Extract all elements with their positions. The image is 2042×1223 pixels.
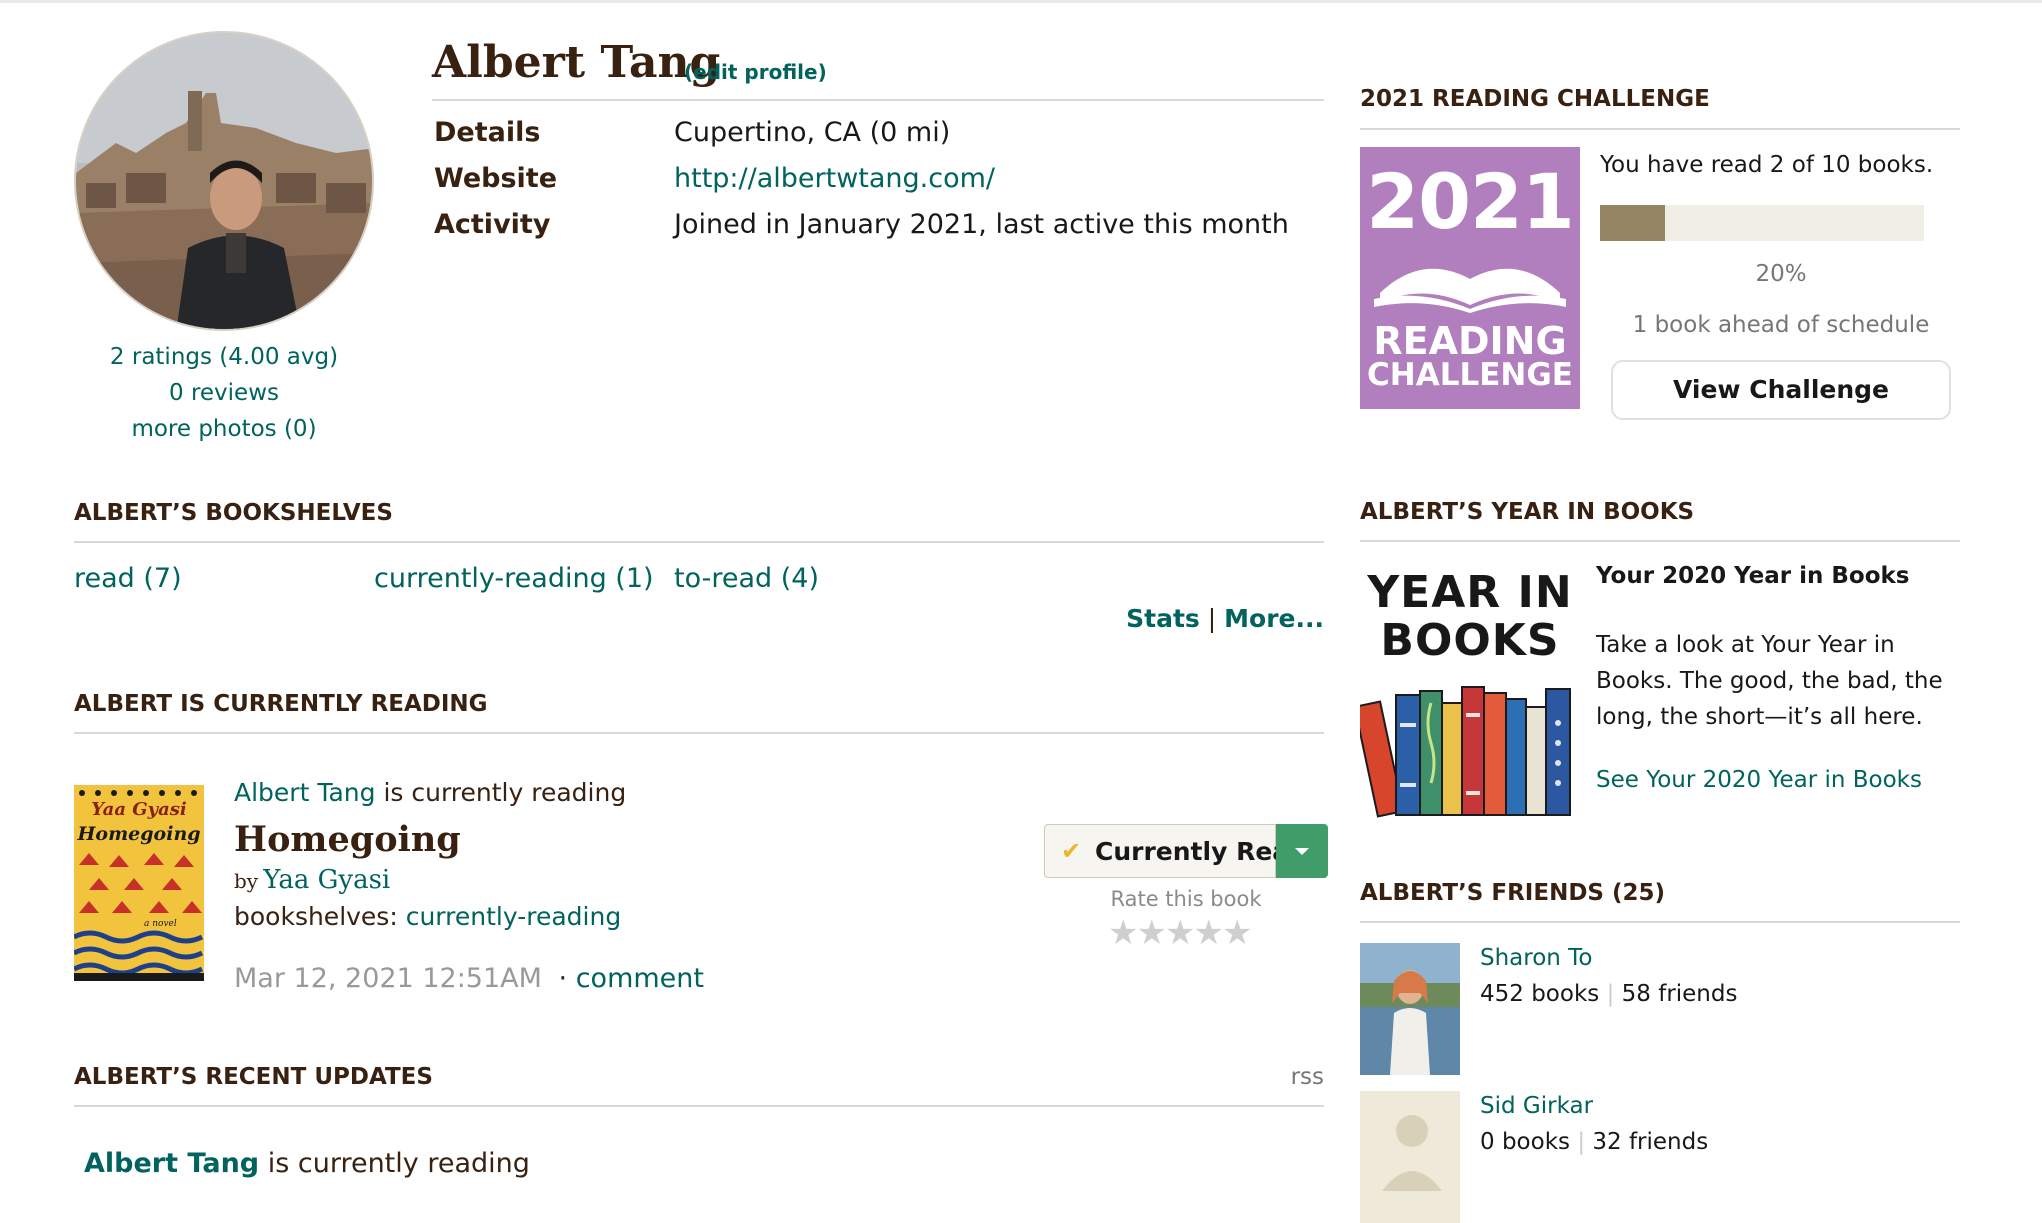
friend-avatar[interactable] (1360, 1091, 1460, 1223)
profile-divider (432, 99, 1324, 101)
book-cover[interactable]: Yaa Gyasi Homegoing a novel (74, 785, 204, 981)
star-icon[interactable]: ★ (1165, 913, 1196, 953)
currently-reading-divider (74, 732, 1324, 734)
stats-link[interactable]: Stats (1126, 604, 1200, 633)
challenge-heading: 2021 READING CHALLENGE (1360, 86, 1710, 112)
by-label: by (234, 869, 259, 893)
caret-down-icon (1295, 848, 1309, 855)
more-photos-link[interactable]: more photos (0) (74, 416, 374, 442)
profile-name: Albert Tang (432, 37, 721, 88)
year-in-books-body: Take a look at Your Year in Books. The g… (1596, 632, 1943, 730)
friend-avatar[interactable] (1360, 943, 1460, 1075)
friend-name-link[interactable]: Sid Girkar (1480, 1093, 1593, 1119)
more-shelves-link[interactable]: More... (1224, 604, 1324, 633)
shelf-link[interactable]: currently-reading (406, 902, 621, 931)
friend-name-link[interactable]: Sharon To (1480, 945, 1592, 971)
friend-photo-image (1360, 943, 1460, 1075)
default-avatar-icon (1360, 1091, 1460, 1223)
profile-photo-image (76, 33, 372, 329)
bookshelves-heading: ALBERT’S BOOKSHELVES (74, 500, 393, 526)
friend-stats: 0 books | 32 friends (1480, 1129, 1708, 1155)
challenge-progress-fill (1600, 205, 1665, 241)
recent-updates-heading: ALBERT’S RECENT UPDATES (74, 1064, 433, 1090)
reviews-link[interactable]: 0 reviews (74, 380, 374, 406)
graphic-line1: YEAR IN (1367, 567, 1573, 618)
friends-divider (1360, 921, 1960, 923)
star-icon[interactable]: ★ (1193, 913, 1224, 953)
shelf-status-button[interactable]: ✔ Currently Rea... (1044, 824, 1318, 878)
challenge-percent: 20% (1755, 261, 1807, 287)
update-verb: is currently reading (267, 1148, 530, 1179)
shelf-to-read-link[interactable]: to-read (4) (674, 563, 819, 594)
badge-line2: CHALLENGE (1367, 357, 1573, 393)
shelf-currently-reading-link[interactable]: currently-reading (1) (374, 563, 654, 594)
shelf-read-link[interactable]: read (7) (74, 563, 182, 594)
star-icon[interactable]: ★ (1136, 913, 1167, 953)
books-illustration-icon (1360, 686, 1571, 818)
book-author-line: by Yaa Gyasi (234, 865, 390, 895)
year-in-books-link[interactable]: See Your 2020 Year in Books (1596, 767, 1922, 793)
shelf-footer-links: Stats | More... (1126, 604, 1324, 633)
year-in-books-divider (1360, 540, 1960, 542)
bookshelves-label: bookshelves: (234, 902, 398, 931)
shelf-dropdown-button[interactable] (1276, 824, 1328, 878)
bookshelves-divider (74, 541, 1324, 543)
update-item: Albert Tang is currently reading (84, 1148, 530, 1179)
cover-subtitle-text: a novel (144, 919, 177, 929)
separator: | (1606, 981, 1615, 1007)
cover-author-text: Yaa Gyasi (91, 799, 187, 820)
reading-timestamp[interactable]: Mar 12, 2021 12:51AM (234, 963, 542, 994)
friend-friends-count[interactable]: 32 friends (1592, 1129, 1708, 1155)
book-title-link[interactable]: Homegoing (234, 819, 461, 860)
challenge-progress-text: You have read 2 of 10 books. (1600, 152, 1934, 178)
comment-link[interactable]: comment (576, 963, 704, 994)
book-shelves-line: bookshelves: currently-reading (234, 902, 621, 931)
friend-stats: 452 books | 58 friends (1480, 981, 1737, 1007)
website-link[interactable]: http://albertwtang.com/ (674, 163, 995, 194)
details-value: Cupertino, CA (0 mi) (674, 117, 951, 148)
website-label: Website (434, 163, 558, 194)
friends-heading: ALBERT’S FRIENDS (25) (1360, 880, 1666, 906)
currently-reading-heading: ALBERT IS CURRENTLY READING (74, 691, 488, 717)
rate-this-book-label: Rate this book (1110, 887, 1262, 911)
year-in-books-graphic[interactable]: YEAR IN BOOKS (1360, 563, 1580, 823)
profile-photo[interactable] (74, 31, 374, 331)
reading-challenge-badge[interactable]: 2021 READING CHALLENGE (1360, 147, 1580, 409)
rss-link[interactable]: rss (1291, 1064, 1324, 1090)
challenge-divider (1360, 128, 1960, 130)
graphic-line2: BOOKS (1380, 615, 1560, 666)
ratings-link[interactable]: 2 ratings (4.00 avg) (74, 344, 374, 370)
dot-separator: · (558, 963, 568, 994)
year-in-books-title: Your 2020 Year in Books (1596, 563, 1910, 589)
reader-link[interactable]: Albert Tang (234, 778, 376, 807)
checkmark-icon: ✔ (1061, 837, 1082, 865)
star-icon[interactable]: ★ (1222, 913, 1253, 953)
cover-title-text: Homegoing (77, 823, 201, 845)
reader-verb: is currently reading (383, 778, 627, 807)
star-icon[interactable]: ★ (1108, 913, 1139, 953)
challenge-schedule: 1 book ahead of schedule (1632, 312, 1930, 338)
view-challenge-button[interactable]: View Challenge (1611, 360, 1951, 420)
open-book-icon (1374, 268, 1566, 313)
currently-reading-line: Albert Tang is currently reading (234, 778, 626, 807)
friend-books-count[interactable]: 452 books (1480, 981, 1599, 1007)
recent-updates-divider (74, 1105, 1324, 1107)
separator: | (1207, 604, 1217, 633)
edit-profile-link[interactable]: (edit profile) (684, 60, 827, 84)
rating-stars[interactable]: ★★★★★ (1108, 913, 1253, 953)
friend-friends-count[interactable]: 58 friends (1622, 981, 1738, 1007)
author-link[interactable]: Yaa Gyasi (263, 865, 390, 895)
activity-label: Activity (434, 209, 551, 240)
friend-books-count[interactable]: 0 books (1480, 1129, 1570, 1155)
activity-value: Joined in January 2021, last active this… (674, 209, 1289, 240)
reading-meta-line: Mar 12, 2021 12:51AM · comment (234, 963, 704, 994)
year-in-books-heading: ALBERT’S YEAR IN BOOKS (1360, 499, 1695, 525)
details-label: Details (434, 117, 541, 148)
separator: | (1577, 1129, 1586, 1155)
update-user-link[interactable]: Albert Tang (84, 1148, 259, 1179)
badge-year: 2021 (1366, 157, 1575, 246)
